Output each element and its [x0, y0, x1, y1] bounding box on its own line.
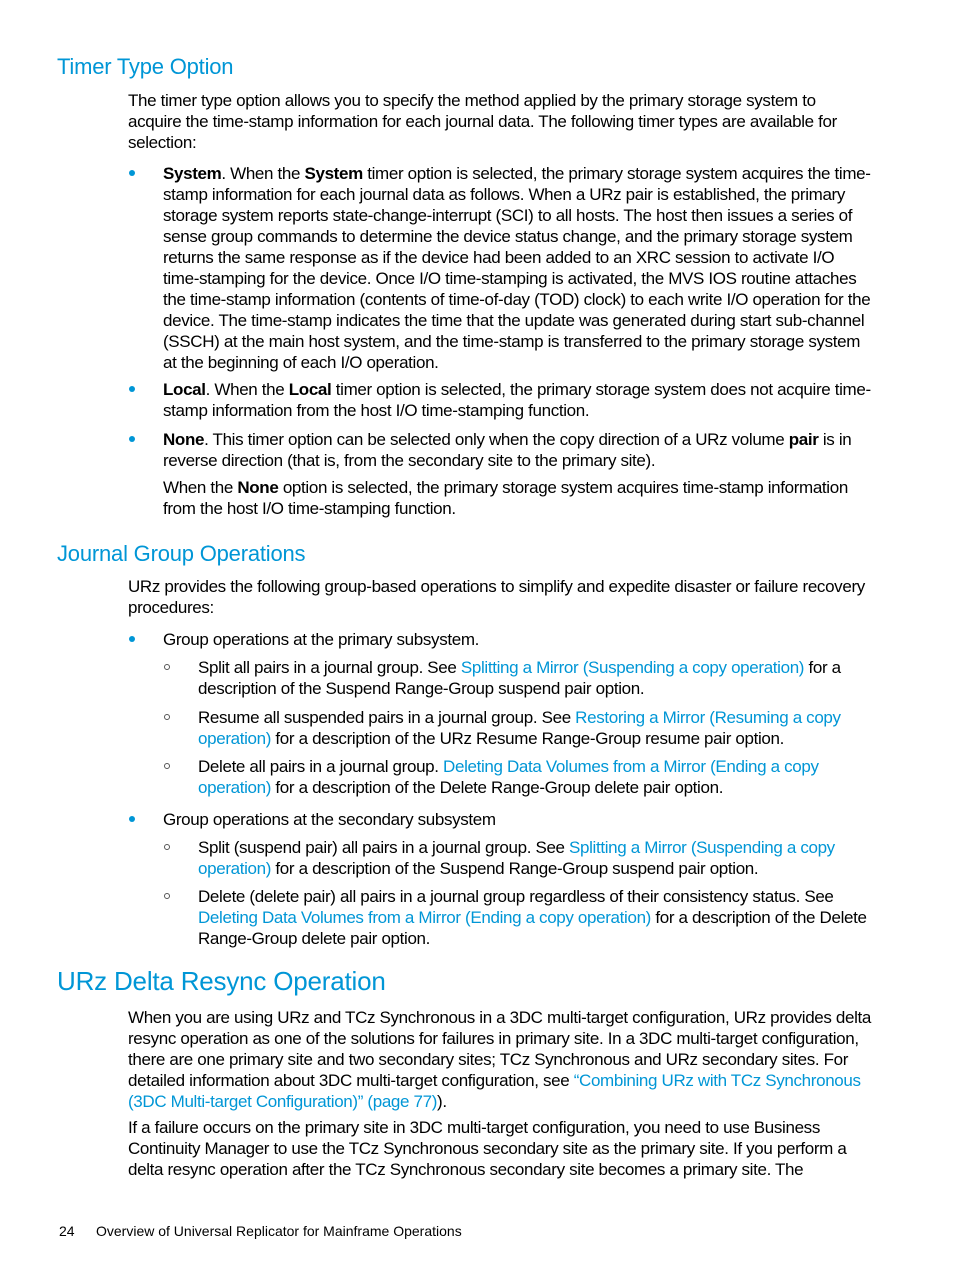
text: Resume all suspended pairs in a journal …	[198, 708, 576, 727]
sub-item-delete-secondary: Delete (delete pair) all pairs in a jour…	[198, 886, 873, 949]
sub-item-delete-primary: Delete all pairs in a journal group. Del…	[198, 756, 873, 798]
text: Delete all pairs in a journal group.	[198, 757, 444, 776]
section-heading-journal-group-operations: Journal Group Operations	[57, 541, 306, 566]
sub-item-split-secondary: Split (suspend pair) all pairs in a jour…	[198, 837, 873, 879]
sub-bullet-icon	[164, 763, 170, 769]
term-local: Local	[163, 380, 206, 399]
list-item-local: Local. When the Local timer option is se…	[163, 379, 873, 421]
bullet-icon	[129, 636, 135, 642]
sub-bullet-icon	[164, 664, 170, 670]
sub-item-resume-primary: Resume all suspended pairs in a journal …	[198, 707, 873, 749]
text: . When the	[221, 164, 305, 183]
sub-item-split-primary: Split all pairs in a journal group. See …	[198, 657, 873, 699]
bullet-icon	[129, 436, 135, 442]
journal-intro-paragraph: URz provides the following group-based o…	[128, 577, 865, 617]
section-heading-urz-delta-resync: URz Delta Resync Operation	[57, 966, 386, 996]
bullet-icon	[129, 170, 135, 176]
link-deleting-data-volumes[interactable]: Deleting Data Volumes from a Mirror (End…	[198, 908, 651, 927]
text: . When the	[205, 380, 289, 399]
text: ).	[437, 1092, 447, 1111]
text: for a description of the URz Resume Rang…	[271, 729, 784, 748]
term-none: None	[163, 430, 205, 449]
section-heading-timer-type-option: Timer Type Option	[57, 54, 234, 79]
list-item-none: None. This timer option can be selected …	[163, 429, 873, 471]
text: Split (suspend pair) all pairs in a jour…	[198, 838, 570, 857]
term-local: Local	[288, 380, 332, 399]
sub-bullet-icon	[164, 893, 170, 899]
footer-title: Overview of Universal Replicator for Mai…	[96, 1223, 462, 1239]
delta-paragraph-1: When you are using URz and TCz Synchrono…	[128, 1007, 873, 1112]
text: for a description of the Delete Range-Gr…	[271, 778, 724, 797]
text: timer option is selected, the primary st…	[163, 164, 871, 372]
list-item-system: System. When the System timer option is …	[163, 163, 873, 373]
term-system: System	[304, 164, 363, 183]
term-none: None	[237, 478, 279, 497]
page-number: 24	[59, 1223, 75, 1239]
page-footer: 24 Overview of Universal Replicator for M…	[59, 1223, 462, 1239]
none-detail-paragraph: When the None option is selected, the pr…	[163, 477, 873, 519]
timer-intro-paragraph: The timer type option allows you to spec…	[128, 91, 837, 152]
bullet-icon	[129, 816, 135, 822]
sub-bullet-icon	[164, 714, 170, 720]
text: Split all pairs in a journal group. See	[198, 658, 461, 677]
term-system: System	[163, 164, 222, 183]
text: . This timer option can be selected only…	[204, 430, 789, 449]
text: When the	[163, 478, 238, 497]
delta-paragraph-2: If a failure occurs on the primary site …	[128, 1118, 847, 1179]
sub-bullet-icon	[164, 844, 170, 850]
list-item-primary-subsystem: Group operations at the primary subsyste…	[163, 630, 480, 649]
text: for a description of the Suspend Range-G…	[271, 859, 759, 878]
term-pair: pair	[788, 430, 819, 449]
text: Delete (delete pair) all pairs in a jour…	[198, 887, 834, 906]
bullet-icon	[129, 386, 135, 392]
link-splitting-a-mirror[interactable]: Splitting a Mirror (Suspending a copy op…	[461, 658, 805, 677]
list-item-secondary-subsystem: Group operations at the secondary subsys…	[163, 810, 496, 829]
